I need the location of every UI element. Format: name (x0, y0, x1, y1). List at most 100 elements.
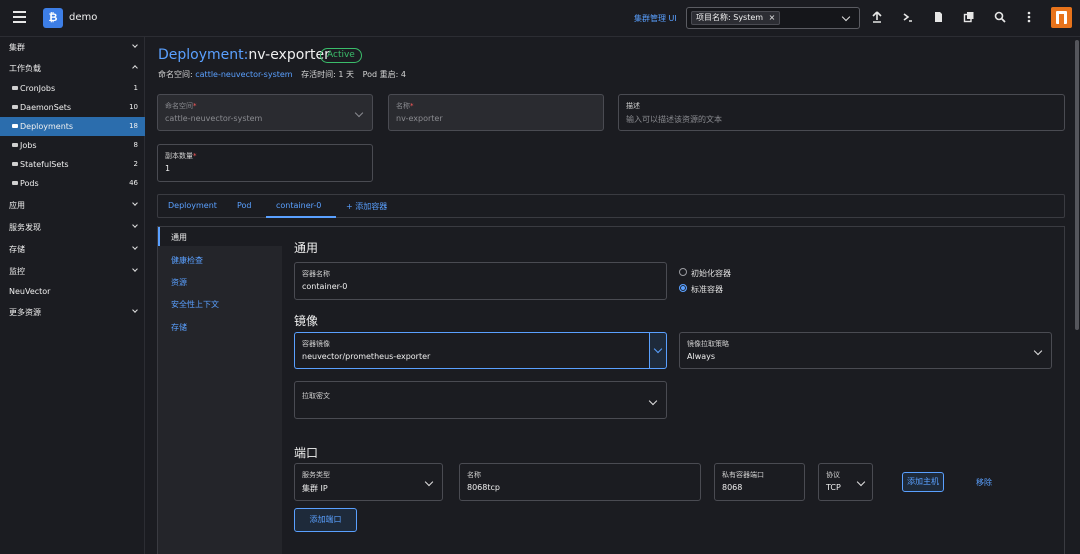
sidebar-item-storage[interactable]: 存储 (0, 239, 145, 258)
container-nav-storage[interactable]: 存储 (171, 322, 187, 333)
pull-secret-label: 拉取密文 (302, 392, 330, 400)
sidebar-item-more-resources[interactable]: 更多资源 (0, 302, 145, 321)
sidebar-item-jobs[interactable]: Jobs 8 (0, 136, 145, 155)
standard-container-radio[interactable] (679, 284, 687, 292)
upload-icon[interactable] (870, 11, 884, 25)
image-dropdown-button[interactable] (649, 332, 667, 369)
container-image-value: neuvector/prometheus-exporter (302, 352, 431, 361)
container-image-field[interactable]: 容器镜像 neuvector/prometheus-exporter (294, 332, 650, 369)
namespace-link[interactable]: cattle-neuvector-system (195, 70, 292, 79)
project-chip-label: 项目名称: System (696, 13, 764, 22)
user-avatar[interactable] (1051, 7, 1072, 28)
sidebar-item-cluster[interactable]: 集群 (0, 37, 145, 56)
chevron-down-icon (856, 477, 866, 487)
service-type-value: 集群 IP (302, 484, 328, 493)
file-icon[interactable] (931, 11, 945, 25)
count-badge: 46 (129, 179, 138, 187)
project-chip[interactable]: 项目名称: System × (691, 11, 781, 25)
container-nav-security-context[interactable]: 安全性上下文 (171, 299, 219, 310)
sidebar-item-label: 集群 (9, 43, 25, 52)
folder-icon (12, 105, 18, 109)
sidebar-item-neuvector[interactable]: NeuVector (0, 282, 145, 301)
sidebar-item-daemonsets[interactable]: DaemonSets 10 (0, 98, 145, 117)
sidebar-item-workloads[interactable]: 工作负载 (0, 58, 145, 77)
private-port-field[interactable]: 私有容器端口 8068 (714, 463, 805, 501)
tab-container-0[interactable]: container-0 (276, 201, 321, 210)
chevron-down-icon (132, 42, 138, 48)
sidebar-item-cronjobs[interactable]: CronJobs 1 (0, 79, 145, 98)
container-nav-general[interactable]: 通用 (171, 232, 187, 243)
count-badge: 18 (129, 122, 138, 130)
protocol-select[interactable]: 协议 TCP (818, 463, 873, 501)
more-vertical-icon[interactable] (1022, 11, 1036, 25)
name-field-label: 名称 (396, 102, 410, 110)
container-nav-health-check[interactable]: 健康检查 (171, 255, 203, 266)
count-badge: 2 (133, 160, 138, 168)
sidebar-item-label: 工作负载 (9, 64, 41, 73)
protocol-value: TCP (826, 483, 841, 492)
tab-pod[interactable]: Pod (237, 201, 252, 210)
protocol-label: 协议 (826, 471, 840, 479)
replicas-field-label: 副本数量 (165, 152, 193, 160)
folder-icon (12, 162, 18, 166)
container-name-label: 容器名称 (302, 270, 330, 278)
pull-secret-select[interactable]: 拉取密文 (294, 381, 667, 419)
pull-policy-select[interactable]: 镜像拉取策略 Always (679, 332, 1052, 369)
chevron-down-icon[interactable] (841, 12, 851, 22)
resource-name: nv-exporter (248, 47, 330, 63)
init-container-label: 初始化容器 (691, 269, 731, 278)
sidebar-item-pods[interactable]: Pods 46 (0, 174, 145, 193)
sidebar-item-statefulsets[interactable]: StatefulSets 2 (0, 155, 145, 174)
container-name-field[interactable]: 容器名称 container-0 (294, 262, 667, 300)
port-name-label: 名称 (467, 471, 481, 479)
terminal-icon[interactable] (901, 11, 915, 25)
container-image-label: 容器镜像 (302, 340, 330, 348)
folder-icon (12, 181, 18, 185)
cluster-manager-link[interactable]: 集群管理 UI (634, 13, 677, 24)
hamburger-menu-icon[interactable] (13, 11, 26, 24)
resource-meta: 命名空间: cattle-neuvector-system 存活时间: 1 天 … (158, 69, 406, 80)
name-field-value: nv-exporter (396, 114, 443, 123)
add-port-button[interactable]: 添加端口 (294, 508, 357, 532)
replicas-field[interactable]: 副本数量* 1 (157, 144, 373, 182)
container-nav-resources[interactable]: 资源 (171, 277, 187, 288)
ports-section-title: 端口 (294, 446, 319, 460)
project-selector[interactable]: 项目名称: System × (686, 7, 860, 29)
page-scrollbar[interactable] (1075, 40, 1079, 330)
status-badge: Active (320, 48, 362, 63)
chevron-down-icon (354, 108, 364, 118)
namespace-label: 命名空间: (158, 70, 193, 79)
chevron-down-icon (648, 396, 658, 406)
folder-icon (12, 124, 18, 128)
copy-icon[interactable] (962, 11, 976, 25)
sidebar-item-deployments[interactable]: Deployments 18 (0, 117, 145, 136)
chip-close-icon[interactable]: × (769, 13, 776, 22)
active-tab-indicator (266, 216, 336, 218)
port-name-field[interactable]: 名称 8068tcp (459, 463, 701, 501)
folder-icon (12, 143, 18, 147)
container-name-value: container-0 (302, 282, 348, 291)
description-field[interactable]: 描述 输入可以描述该资源的文本 (618, 94, 1065, 131)
app-logo-icon[interactable]: ₿ (43, 8, 63, 28)
add-host-button[interactable]: 添加主机 (902, 472, 944, 492)
chevron-down-icon (1033, 346, 1043, 356)
sidebar-item-apps[interactable]: 应用 (0, 195, 145, 214)
app-name: demo (69, 12, 98, 23)
add-container-tab[interactable]: + 添加容器 (346, 201, 387, 212)
private-port-label: 私有容器端口 (722, 471, 764, 479)
remove-port-link[interactable]: 移除 (976, 477, 992, 488)
tab-deployment[interactable]: Deployment (168, 201, 217, 210)
sidebar-item-label: 监控 (9, 267, 25, 276)
sidebar-item-label: 存储 (9, 245, 25, 254)
sidebar-item-monitoring[interactable]: 监控 (0, 261, 145, 280)
namespace-field-value: cattle-neuvector-system (165, 114, 263, 123)
description-field-label: 描述 (626, 102, 640, 110)
search-icon[interactable] (993, 11, 1007, 25)
sidebar-item-service-discovery[interactable]: 服务发现 (0, 217, 145, 236)
restarts-text: Pod 重启: 4 (362, 70, 406, 79)
sidebar-item-label: Deployments (20, 122, 74, 131)
sidebar-item-label: NeuVector (9, 287, 51, 296)
service-type-select[interactable]: 服务类型 集群 IP (294, 463, 443, 501)
replicas-field-value: 1 (165, 164, 171, 173)
init-container-radio[interactable] (679, 268, 687, 276)
